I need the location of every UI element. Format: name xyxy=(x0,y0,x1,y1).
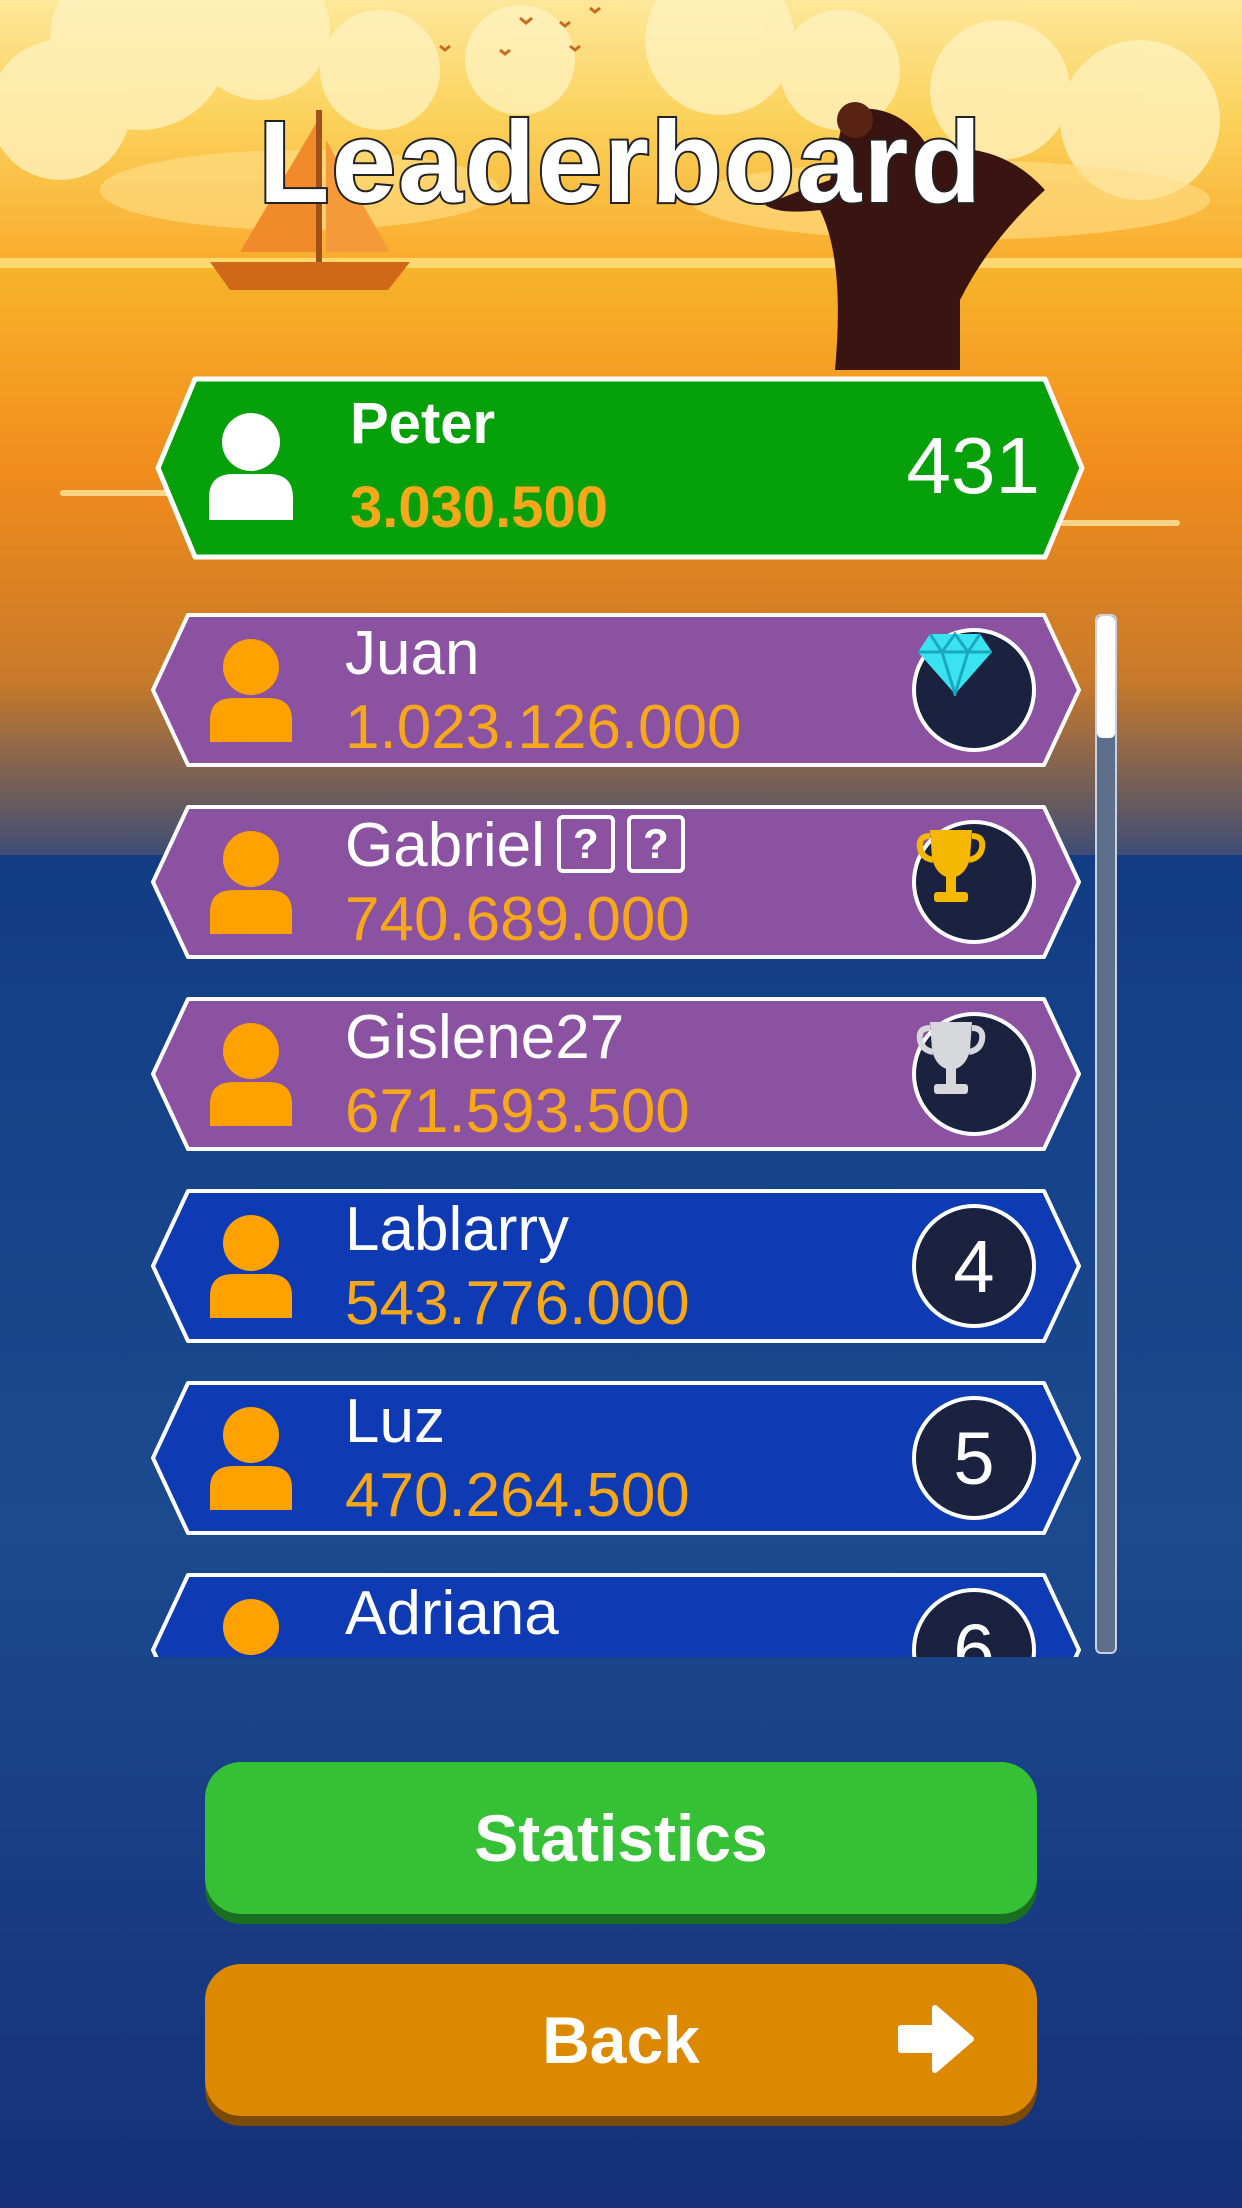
player-name-text: Gislene27 xyxy=(345,1003,625,1072)
leaderboard-list[interactable]: Juan 1.023.126.000 Gabriel?? 740.689.000 Gis… xyxy=(0,612,1242,1657)
player-name-text: Gabriel xyxy=(345,811,545,880)
avatar-icon xyxy=(210,1407,292,1510)
scrollbar-thumb[interactable] xyxy=(1097,616,1115,738)
rank-number: 4 xyxy=(953,1224,995,1308)
player-name-text: Adriana xyxy=(345,1579,559,1648)
leaderboard-row[interactable]: Adriana 6 xyxy=(150,1572,1082,1657)
player-score: 671.593.500 xyxy=(345,1077,690,1146)
gold-trophy-icon xyxy=(912,820,1036,944)
diamond-icon xyxy=(912,628,1036,752)
player-score: 740.689.000 xyxy=(345,885,690,954)
player-name-text: Lablarry xyxy=(345,1195,569,1264)
back-button[interactable]: Back xyxy=(205,1964,1037,2116)
rank-number: 5 xyxy=(953,1416,995,1500)
leaderboard-row[interactable]: Lablarry 543.776.000 4 xyxy=(150,1188,1082,1344)
unknown-glyph-box: ? xyxy=(626,815,685,873)
player-name: Gislene27 xyxy=(345,1002,624,1073)
unknown-glyph-box: ? xyxy=(556,815,615,873)
page-title: Leaderboard xyxy=(257,95,984,229)
statistics-button-label: Statistics xyxy=(474,1801,768,1875)
current-player-name: Peter xyxy=(350,391,496,456)
player-score: 1.023.126.000 xyxy=(345,693,742,762)
current-player-banner: Peter 3.030.500 431 xyxy=(155,376,1085,560)
avatar-icon xyxy=(210,639,292,742)
player-name: Juan xyxy=(345,618,479,689)
avatar-icon xyxy=(210,831,292,934)
rank-badge: 5 xyxy=(912,1396,1036,1520)
rank-badge: 4 xyxy=(912,1204,1036,1328)
avatar-icon xyxy=(209,413,293,520)
current-player-rank: 431 xyxy=(906,421,1040,510)
avatar-icon xyxy=(223,1599,279,1655)
leaderboard-row[interactable]: Gislene27 671.593.500 xyxy=(150,996,1082,1152)
player-name: Gabriel?? xyxy=(345,810,685,881)
statistics-button[interactable]: Statistics xyxy=(205,1762,1037,1914)
player-name-text: Juan xyxy=(345,619,480,688)
player-score: 470.264.500 xyxy=(345,1461,690,1530)
silver-trophy-icon xyxy=(912,1012,1036,1136)
player-name: Lablarry xyxy=(345,1194,569,1265)
leaderboard-row[interactable]: Juan 1.023.126.000 xyxy=(150,612,1082,768)
player-name: Adriana xyxy=(345,1578,559,1649)
avatar-icon xyxy=(210,1215,292,1318)
leaderboard-row[interactable]: Gabriel?? 740.689.000 xyxy=(150,804,1082,960)
player-score: 543.776.000 xyxy=(345,1269,690,1338)
scrollbar-track[interactable] xyxy=(1095,614,1117,1654)
player-name: Luz xyxy=(345,1386,445,1457)
player-name-text: Luz xyxy=(345,1387,445,1456)
rank-number: 6 xyxy=(953,1608,995,1658)
current-player-score: 3.030.500 xyxy=(350,475,609,540)
arrow-right-icon xyxy=(898,2005,974,2073)
avatar-icon xyxy=(210,1023,292,1126)
leaderboard-row[interactable]: Luz 470.264.500 5 xyxy=(150,1380,1082,1536)
back-button-label: Back xyxy=(542,2003,700,2077)
